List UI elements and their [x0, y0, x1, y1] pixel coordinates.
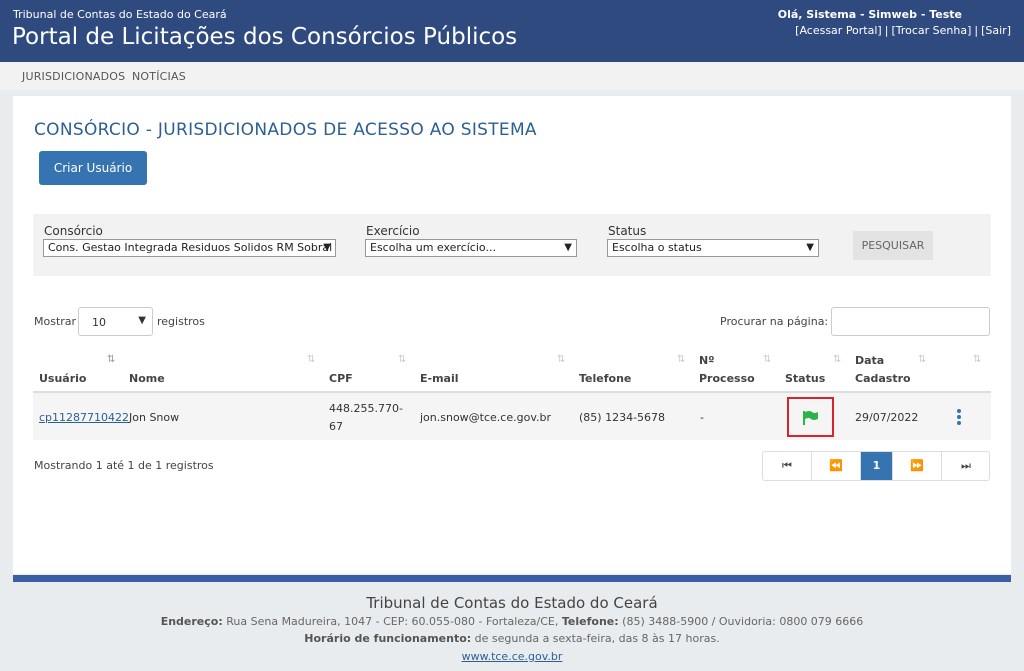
th-cpf[interactable]: CPF	[329, 370, 353, 387]
cell-cpf-line1: 448.255.770-	[329, 402, 403, 415]
exercicio-select[interactable]: Escolha um exercício... ▼	[365, 239, 577, 257]
th-status[interactable]: Status	[785, 370, 825, 387]
chevron-down-icon: ▼	[564, 242, 572, 253]
prev-page-icon[interactable]: ⏪	[812, 452, 861, 480]
chevron-down-icon: ▼	[323, 242, 331, 253]
th-processo-line2[interactable]: Processo	[699, 370, 755, 387]
next-page-icon[interactable]: ⏩	[893, 452, 942, 480]
search-button[interactable]: PESQUISAR	[853, 231, 933, 260]
sort-icon[interactable]: ⇅	[918, 354, 926, 365]
sort-icon[interactable]: ⇅	[833, 354, 841, 365]
footer-address: Endereço: Rua Sena Madureira, 1047 - CEP…	[0, 615, 1024, 628]
sort-asc-icon[interactable]: ⇅	[107, 354, 115, 365]
user-links: [Acessar Portal] | [Trocar Senha] | [Sair]	[795, 24, 1011, 37]
show-suffix: registros	[157, 315, 205, 328]
consorcio-select[interactable]: Cons. Gestao Integrada Residuos Solidos …	[43, 239, 336, 257]
footer-title: Tribunal de Contas do Estado do Ceará	[366, 594, 658, 612]
sort-icon[interactable]: ⇅	[307, 354, 315, 365]
cell-data: 29/07/2022	[855, 411, 919, 424]
link-separator: |	[974, 24, 979, 37]
site-link[interactable]: www.tce.ce.gov.br	[462, 650, 563, 663]
nav-bar: JURISDICIONADOS NOTÍCIAS	[0, 62, 1024, 90]
page-length-select[interactable]: 10 ▼	[78, 307, 153, 336]
flag-icon	[803, 411, 818, 425]
th-data-line1[interactable]: Data	[855, 352, 884, 369]
header: Tribunal de Contas do Estado do Ceará Po…	[0, 0, 1024, 62]
phone-text: (85) 3488-5900 / Ouvidoria: 0800 079 666…	[622, 615, 864, 628]
org-name: Tribunal de Contas do Estado do Ceará	[13, 8, 227, 21]
cell-email: jon.snow@tce.ce.gov.br	[420, 411, 551, 424]
status-select[interactable]: Escolha o status ▼	[607, 239, 819, 257]
table-info: Mostrando 1 até 1 de 1 registros	[34, 459, 214, 472]
cell-processo: -	[700, 411, 704, 424]
change-password-link[interactable]: [Trocar Senha]	[891, 24, 971, 37]
nav-item-jurisdicionados[interactable]: JURISDICIONADOS	[22, 70, 125, 83]
first-page-icon[interactable]: ⏮	[763, 452, 812, 480]
logout-link[interactable]: [Sair]	[981, 24, 1011, 37]
footer-divider	[13, 575, 1011, 582]
page-1-button[interactable]: 1	[861, 452, 893, 480]
create-user-button[interactable]: Criar Usuário	[39, 151, 147, 185]
hours-text: de segunda a sexta-feira, das 8 às 17 ho…	[474, 632, 720, 645]
pagination: ⏮ ⏪ 1 ⏩ ⏭	[762, 451, 990, 481]
th-data-line2[interactable]: Cadastro	[855, 370, 911, 387]
address-text: Rua Sena Madureira, 1047 - CEP: 60.055-0…	[226, 615, 559, 628]
footer-site: www.tce.ce.gov.br	[0, 650, 1024, 663]
last-page-icon[interactable]: ⏭	[942, 452, 990, 480]
consorcio-select-value: Cons. Gestao Integrada Residuos Solidos …	[48, 241, 333, 254]
user-greeting: Olá, Sistema - Simweb - Teste	[777, 8, 962, 21]
status-select-value: Escolha o status	[612, 241, 702, 254]
th-usuario[interactable]: Usuário	[39, 370, 87, 387]
portal-title: Portal de Licitações dos Consórcios Públ…	[12, 24, 518, 50]
exercicio-label: Exercício	[366, 224, 420, 238]
row-actions-icon[interactable]	[957, 409, 961, 427]
chevron-down-icon: ▼	[138, 315, 146, 326]
cell-cpf-line2: 67	[329, 420, 343, 433]
user-link[interactable]: cp11287710422	[39, 411, 129, 424]
address-label: Endereço:	[160, 615, 223, 628]
consorcio-label: Consórcio	[44, 224, 103, 238]
hours-label: Horário de funcionamento:	[304, 632, 472, 645]
filters-panel: Consórcio Cons. Gestao Integrada Residuo…	[33, 214, 991, 276]
cell-telefone: (85) 1234-5678	[579, 411, 666, 424]
sort-icon[interactable]: ⇅	[398, 354, 406, 365]
th-processo-line1[interactable]: Nº	[699, 352, 714, 369]
cell-usuario: cp11287710422	[39, 409, 129, 426]
status-label: Status	[608, 224, 647, 238]
access-portal-link[interactable]: [Acessar Portal]	[795, 24, 882, 37]
link-separator: |	[884, 24, 889, 37]
exercicio-select-value: Escolha um exercício...	[370, 241, 496, 254]
show-label: Mostrar	[34, 315, 77, 328]
page-title: CONSÓRCIO - JURISDICIONADOS DE ACESSO AO…	[34, 120, 537, 140]
phone-label: Telefone:	[561, 615, 619, 628]
sort-icon[interactable]: ⇅	[677, 354, 685, 365]
nav-item-noticias[interactable]: NOTÍCIAS	[132, 70, 186, 83]
sort-icon[interactable]: ⇅	[557, 354, 565, 365]
page-search-input[interactable]	[831, 307, 990, 336]
th-nome[interactable]: Nome	[129, 370, 165, 387]
chevron-down-icon: ▼	[806, 242, 814, 253]
sort-icon[interactable]: ⇅	[763, 354, 771, 365]
page-search-label: Procurar na página:	[720, 315, 829, 328]
th-telefone[interactable]: Telefone	[579, 370, 631, 387]
cell-nome: Jon Snow	[129, 411, 180, 424]
status-cell[interactable]	[787, 397, 834, 437]
sort-icon[interactable]: ⇅	[973, 354, 981, 365]
th-email[interactable]: E-mail	[420, 370, 459, 387]
page-length-value: 10	[92, 316, 106, 329]
footer-hours: Horário de funcionamento: de segunda a s…	[0, 632, 1024, 645]
